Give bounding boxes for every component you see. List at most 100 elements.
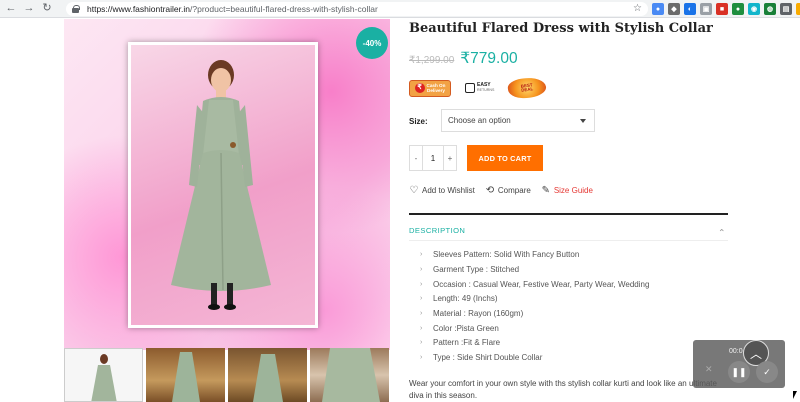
extension-icon[interactable]: ● bbox=[732, 3, 744, 15]
size-guide-label: Size Guide bbox=[553, 185, 593, 195]
thumbnail-strip bbox=[64, 348, 390, 402]
quantity-decrease-button[interactable]: - bbox=[410, 146, 422, 170]
close-icon[interactable]: ✕ bbox=[705, 364, 713, 375]
spec-text: Pattern :Fit & Flare bbox=[433, 338, 501, 348]
extension-icon[interactable]: ◉ bbox=[748, 3, 760, 15]
product-image-panel bbox=[64, 19, 390, 350]
thumbnail-dress-image bbox=[253, 354, 283, 402]
compare-icon: ⟲ bbox=[485, 184, 495, 196]
quantity-increase-button[interactable]: + bbox=[444, 146, 456, 170]
extension-icon[interactable]: ◒ bbox=[796, 3, 800, 15]
chevron-right-icon: › bbox=[420, 280, 423, 288]
chevron-right-icon: › bbox=[420, 251, 423, 259]
model-photo bbox=[131, 45, 315, 325]
chevron-right-icon: › bbox=[420, 339, 423, 347]
dress-model-illustration bbox=[171, 60, 271, 310]
list-item: › Sleeves Pattern: Solid With Fancy Butto… bbox=[420, 248, 649, 263]
product-actions: ♡ Add to Wishlist ⟲ Compare ✎ Size Guide bbox=[409, 184, 593, 196]
reload-icon[interactable]: ↻ bbox=[40, 2, 54, 16]
sale-price: ₹779.00 bbox=[460, 50, 518, 67]
description-divider bbox=[409, 240, 728, 241]
size-label: Size: bbox=[409, 117, 428, 126]
recorder-widget: 00:0 ︿ ✕ ❚❚ ✓ bbox=[693, 340, 785, 388]
address-bar[interactable]: https://www.fashiontrailer.in/?product=b… bbox=[66, 2, 648, 16]
thumbnail-dress-image bbox=[91, 354, 117, 401]
list-item: › Garment Type : Stitched bbox=[420, 263, 649, 278]
easy-returns-badge: EASY RETURNS bbox=[465, 81, 495, 94]
spec-text: Garment Type : Stitched bbox=[433, 265, 520, 275]
thumbnail[interactable] bbox=[228, 348, 307, 402]
ruler-icon: ✎ bbox=[541, 184, 550, 196]
chevron-up-icon[interactable]: ⌄ bbox=[718, 226, 726, 237]
discount-badge: -40% bbox=[356, 27, 388, 59]
rupee-icon: ₹ bbox=[414, 83, 425, 93]
list-item: › Occasion : Casual Wear, Festive Wear, P… bbox=[420, 277, 649, 292]
spec-text: Sleeves Pattern: Solid With Fancy Button bbox=[433, 250, 580, 260]
spec-list: › Sleeves Pattern: Solid With Fancy Butto… bbox=[420, 248, 649, 366]
chevron-right-icon: › bbox=[420, 295, 423, 303]
spec-text: Material : Rayon (160gm) bbox=[433, 309, 524, 319]
extension-icon[interactable]: ● bbox=[652, 3, 664, 15]
cash-on-delivery-badge: ₹ Cash On Delivery bbox=[409, 79, 451, 97]
chevron-right-icon: › bbox=[420, 354, 423, 362]
section-divider bbox=[409, 213, 728, 215]
quantity-stepper: - 1 + bbox=[409, 145, 457, 171]
product-photo[interactable] bbox=[128, 42, 318, 328]
url-path: /?product=beautiful-flared-dress-with-st… bbox=[190, 4, 378, 14]
recorder-time: 00:0 bbox=[729, 348, 743, 355]
chevron-right-icon: › bbox=[420, 324, 423, 332]
extension-icon[interactable]: ◐ bbox=[684, 3, 696, 15]
list-item: › Color :Pista Green bbox=[420, 321, 649, 336]
return-box-icon bbox=[465, 83, 475, 93]
mouse-cursor bbox=[793, 391, 797, 399]
spec-text: Occasion : Casual Wear, Festive Wear, Pa… bbox=[433, 279, 650, 289]
add-to-cart-button[interactable]: ADD TO CART bbox=[467, 145, 543, 171]
easy-subtitle: RETURNS bbox=[477, 88, 495, 92]
description-text: Wear your comfort in your own style with… bbox=[409, 379, 717, 400]
size-guide-link[interactable]: ✎ Size Guide bbox=[541, 184, 593, 196]
wishlist-label: Add to Wishlist bbox=[422, 185, 475, 195]
price-row: ₹1,299.00 ₹779.00 bbox=[409, 49, 518, 68]
add-to-wishlist-link[interactable]: ♡ Add to Wishlist bbox=[409, 185, 475, 196]
thumbnail[interactable] bbox=[64, 348, 143, 402]
chevron-right-icon: › bbox=[420, 266, 423, 274]
list-item: › Type : Side Shirt Double Collar bbox=[420, 351, 649, 366]
description-tab[interactable]: DESCRIPTION bbox=[409, 226, 465, 235]
pause-button[interactable]: ❚❚ bbox=[728, 361, 750, 383]
extension-icon[interactable]: ■ bbox=[716, 3, 728, 15]
url-host: https://www.fashiontrailer.in bbox=[87, 4, 190, 14]
thumbnail-dress-image bbox=[172, 352, 200, 402]
extension-icon[interactable]: ◍ bbox=[764, 3, 776, 15]
original-price: ₹1,299.00 bbox=[409, 55, 455, 66]
extension-icon[interactable]: ◆ bbox=[668, 3, 680, 15]
list-item: › Material : Rayon (160gm) bbox=[420, 307, 649, 322]
forward-icon[interactable]: → bbox=[22, 2, 36, 16]
spec-text: Type : Side Shirt Double Collar bbox=[433, 353, 543, 363]
chevron-right-icon: › bbox=[420, 310, 423, 318]
done-button[interactable]: ✓ bbox=[756, 361, 778, 383]
chevron-down-icon bbox=[580, 119, 586, 123]
browser-toolbar: ← → ↻ https://www.fashiontrailer.in/?pro… bbox=[0, 0, 800, 18]
easy-title: EASY bbox=[477, 81, 491, 88]
compare-label: Compare bbox=[497, 185, 531, 195]
thumbnail[interactable] bbox=[310, 348, 389, 402]
extension-icon[interactable]: ▤ bbox=[780, 3, 792, 15]
bookmark-star-icon[interactable]: ☆ bbox=[633, 3, 642, 14]
size-select-value: Choose an option bbox=[448, 116, 511, 125]
thumbnail[interactable] bbox=[146, 348, 225, 402]
spec-text: Color :Pista Green bbox=[433, 323, 499, 333]
list-item: › Length: 49 (Inchs) bbox=[420, 292, 649, 307]
spec-text: Length: 49 (Inchs) bbox=[433, 294, 498, 304]
trust-badges: ₹ Cash On Delivery EASY RETURNS BEST DEAL bbox=[409, 75, 548, 101]
thumbnail-dress-image bbox=[322, 348, 380, 402]
size-select[interactable]: Choose an option bbox=[441, 109, 595, 132]
best-deal-badge: BEST DEAL bbox=[507, 75, 548, 101]
lock-icon bbox=[72, 5, 80, 13]
deal-line-2: DEAL bbox=[521, 86, 534, 93]
extension-icon[interactable]: ▣ bbox=[700, 3, 712, 15]
back-icon[interactable]: ← bbox=[4, 2, 18, 16]
product-title: Beautiful Flared Dress with Stylish Coll… bbox=[409, 21, 713, 36]
cod-line-2: Delivery bbox=[427, 88, 445, 93]
compare-link[interactable]: ⟲ Compare bbox=[485, 184, 531, 196]
quantity-input[interactable]: 1 bbox=[422, 146, 444, 170]
